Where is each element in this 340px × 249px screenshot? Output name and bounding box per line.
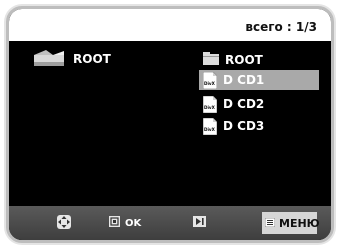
- menu-label: МЕНЮ: [279, 216, 320, 230]
- right-folder-root[interactable]: ROOT: [203, 52, 263, 68]
- file-item-cd1[interactable]: DivX D CD1: [199, 70, 319, 90]
- left-folder-label: ROOT: [73, 52, 111, 66]
- left-folder-root[interactable]: ROOT: [33, 49, 111, 69]
- ok-hint[interactable]: OK: [109, 206, 141, 240]
- file-item-cd2[interactable]: DivX D CD2: [203, 94, 264, 114]
- header-bar: всего : 1/3: [9, 9, 331, 41]
- page-count: всего : 1/3: [245, 20, 317, 34]
- enter-icon: [109, 216, 120, 230]
- folder-icon: [203, 52, 219, 68]
- svg-text:DivX: DivX: [204, 105, 216, 110]
- dpad-icon: [55, 213, 73, 234]
- divx-file-icon: DivX: [203, 117, 217, 135]
- svg-text:DivX: DivX: [204, 127, 216, 132]
- ok-label: OK: [125, 217, 142, 229]
- play-skip-icon: [193, 216, 206, 230]
- divx-file-icon: DivX: [203, 95, 217, 113]
- file-label-cd1: D CD1: [223, 73, 265, 87]
- right-folder-label: ROOT: [225, 53, 263, 67]
- file-label-cd3: D CD3: [223, 119, 265, 133]
- file-item-cd3[interactable]: DivX D CD3: [203, 116, 264, 136]
- menu-icon: [264, 217, 276, 230]
- open-folder-icon: [33, 49, 67, 69]
- skip-hint[interactable]: [193, 206, 206, 240]
- file-label-cd2: D CD2: [223, 97, 265, 111]
- navigate-hint[interactable]: [55, 206, 73, 240]
- divx-file-icon: DivX: [203, 71, 217, 89]
- menu-button[interactable]: МЕНЮ: [262, 212, 320, 234]
- footer-bar: OK МЕНЮ: [9, 206, 331, 240]
- screen-frame: всего : 1/3 ROOT ROOT DivX D CD1 DivX D …: [6, 6, 334, 243]
- svg-text:DivX: DivX: [204, 81, 216, 86]
